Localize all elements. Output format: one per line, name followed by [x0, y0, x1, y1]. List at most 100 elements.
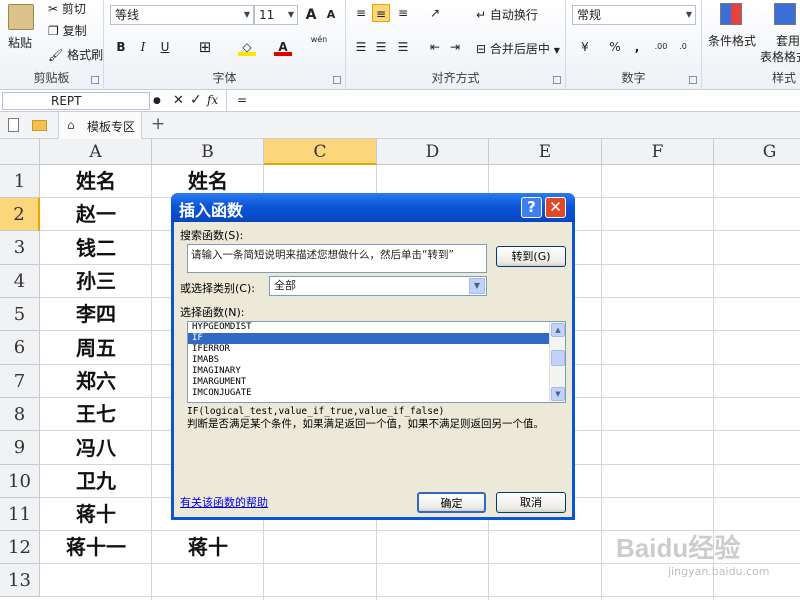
- cell-a4[interactable]: 孙三: [40, 265, 152, 298]
- function-help-link[interactable]: 有关该函数的帮助: [180, 494, 268, 510]
- font-launcher-icon[interactable]: [333, 76, 341, 84]
- column-header-c[interactable]: C: [264, 139, 377, 165]
- function-list-item[interactable]: IMARGUMENT: [188, 377, 565, 388]
- row-header-9[interactable]: 9: [0, 431, 40, 465]
- conditional-format-icon[interactable]: [720, 3, 742, 25]
- cell-a9[interactable]: 冯八: [40, 431, 152, 465]
- column-header-b[interactable]: B: [152, 139, 264, 165]
- row-header-5[interactable]: 5: [0, 298, 40, 331]
- cell-a10[interactable]: 卫九: [40, 465, 152, 498]
- category-select[interactable]: 全部 ▼: [269, 276, 487, 296]
- row-header-13[interactable]: 13: [0, 564, 40, 597]
- column-header-a[interactable]: A: [40, 139, 152, 165]
- font-size-select[interactable]: 11 ▼: [254, 5, 298, 25]
- number-launcher-icon[interactable]: [689, 76, 697, 84]
- cancel-edit-icon[interactable]: ✕: [173, 93, 184, 108]
- row-header-12[interactable]: 12: [0, 531, 40, 564]
- clipboard-launcher-icon[interactable]: [91, 76, 99, 84]
- fill-color-icon[interactable]: ◇: [238, 38, 256, 56]
- scroll-up-icon[interactable]: ▲: [551, 323, 565, 337]
- function-list[interactable]: HYPGEOMDIST IF IFERROR IMABS IMAGINARY IMARGU…: [187, 321, 566, 403]
- cell-a12[interactable]: 蒋十一: [40, 531, 152, 564]
- copy-button[interactable]: ❐ 复制: [48, 22, 87, 39]
- currency-icon[interactable]: ¥: [576, 38, 594, 56]
- formula-input[interactable]: =: [226, 90, 800, 111]
- wrap-text-button[interactable]: ↵ 自动换行: [476, 6, 538, 23]
- align-right-icon[interactable]: ☰: [394, 38, 412, 56]
- cell-a8[interactable]: 王七: [40, 398, 152, 431]
- align-top-icon[interactable]: ≡: [352, 4, 370, 22]
- column-header-e[interactable]: E: [489, 139, 602, 165]
- decrease-indent-icon[interactable]: ⇤: [426, 38, 444, 56]
- tab-template[interactable]: ⌂ 模板专区: [58, 112, 142, 139]
- scroll-thumb[interactable]: [551, 350, 565, 366]
- row-header-7[interactable]: 7: [0, 365, 40, 398]
- column-header-f[interactable]: F: [602, 139, 714, 165]
- cell-a6[interactable]: 周五: [40, 331, 152, 365]
- cancel-button[interactable]: 取消: [496, 492, 566, 513]
- function-list-scrollbar[interactable]: ▲ ▼: [549, 322, 565, 402]
- row-header-4[interactable]: 4: [0, 265, 40, 298]
- table-format-button-line1[interactable]: 套用: [776, 32, 800, 49]
- font-name-select[interactable]: 等线 ▼: [110, 5, 254, 25]
- shrink-font-button[interactable]: A: [322, 6, 340, 24]
- cell-a3[interactable]: 钱二: [40, 231, 152, 265]
- conditional-format-button[interactable]: 条件格式: [708, 32, 756, 49]
- decrease-decimal-icon[interactable]: .0: [674, 38, 692, 56]
- table-format-icon[interactable]: [774, 3, 796, 25]
- confirm-edit-icon[interactable]: ✓: [190, 92, 202, 108]
- insert-function-button[interactable]: fx: [207, 93, 218, 107]
- function-list-item[interactable]: IF: [188, 333, 565, 344]
- italic-button[interactable]: I: [134, 38, 152, 56]
- row-header-1[interactable]: 1: [0, 165, 40, 198]
- align-center-icon[interactable]: ☰: [372, 38, 390, 56]
- cell-a2[interactable]: 赵一: [40, 198, 152, 231]
- underline-button[interactable]: U: [156, 38, 174, 56]
- function-list-item[interactable]: IFERROR: [188, 344, 565, 355]
- select-all-corner[interactable]: [0, 139, 40, 165]
- function-list-item[interactable]: HYPGEOMDIST: [188, 322, 565, 333]
- function-list-item[interactable]: IMCONJUGATE: [188, 388, 565, 399]
- comma-button[interactable]: ,: [628, 38, 646, 56]
- cell-b12[interactable]: 蒋十: [152, 531, 264, 564]
- cell-a5[interactable]: 李四: [40, 298, 152, 331]
- add-tab-button[interactable]: +: [151, 114, 165, 134]
- cut-button[interactable]: ✂ 剪切: [48, 0, 86, 17]
- ok-button[interactable]: 确定: [417, 492, 486, 513]
- bold-button[interactable]: B: [112, 38, 130, 56]
- scroll-down-icon[interactable]: ▼: [551, 387, 565, 401]
- percent-button[interactable]: %: [606, 38, 624, 56]
- borders-icon[interactable]: ⊞: [196, 38, 214, 56]
- merge-center-button[interactable]: ⊟ 合并后居中 ▼: [476, 40, 560, 57]
- column-header-d[interactable]: D: [377, 139, 489, 165]
- row-header-6[interactable]: 6: [0, 331, 40, 365]
- search-input[interactable]: 请输入一条简短说明来描述您想做什么，然后单击“转到”: [187, 244, 487, 273]
- increase-indent-icon[interactable]: ⇥: [446, 38, 464, 56]
- row-header-2[interactable]: 2: [0, 198, 40, 231]
- column-header-g[interactable]: G: [714, 139, 800, 165]
- help-icon[interactable]: ?: [521, 197, 542, 218]
- phonetic-icon[interactable]: wén: [310, 36, 328, 54]
- number-format-select[interactable]: 常规 ▼: [572, 5, 696, 25]
- row-header-3[interactable]: 3: [0, 231, 40, 265]
- font-color-button[interactable]: A: [274, 38, 292, 56]
- row-header-11[interactable]: 11: [0, 498, 40, 531]
- align-middle-icon[interactable]: ≡: [372, 4, 390, 22]
- cell-a7[interactable]: 郑六: [40, 365, 152, 398]
- cell-a1[interactable]: 姓名: [40, 165, 152, 198]
- align-left-icon[interactable]: ☰: [352, 38, 370, 56]
- format-painter-button[interactable]: 🖌 格式刷: [48, 46, 103, 63]
- function-list-item[interactable]: IMAGINARY: [188, 366, 565, 377]
- alignment-launcher-icon[interactable]: [553, 76, 561, 84]
- row-header-8[interactable]: 8: [0, 398, 40, 431]
- align-bottom-icon[interactable]: ≡: [394, 4, 412, 22]
- grow-font-button[interactable]: A: [302, 6, 320, 24]
- row-header-10[interactable]: 10: [0, 465, 40, 498]
- orientation-icon[interactable]: ↗: [426, 4, 444, 22]
- function-list-item[interactable]: IMABS: [188, 355, 565, 366]
- new-file-icon[interactable]: [8, 118, 19, 132]
- close-icon[interactable]: ✕: [545, 197, 566, 218]
- name-box[interactable]: REPT: [2, 92, 150, 110]
- increase-decimal-icon[interactable]: .00: [652, 38, 670, 56]
- cell-a11[interactable]: 蒋十: [40, 498, 152, 531]
